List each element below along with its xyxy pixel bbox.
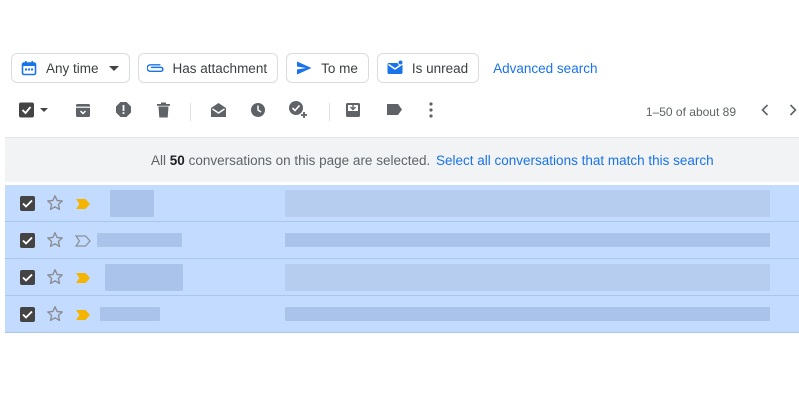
important-marker-icon[interactable] [75, 197, 91, 209]
label-icon [386, 103, 403, 121]
advanced-search-link[interactable]: Advanced search [493, 61, 597, 76]
redacted-sender [105, 264, 183, 291]
move-to-inbox-button[interactable] [343, 102, 363, 122]
label-button[interactable] [384, 102, 404, 122]
row-checkbox[interactable] [20, 233, 35, 248]
archive-icon [75, 102, 91, 123]
chevron-left-icon [761, 103, 769, 121]
any-time-label: Any time [46, 60, 99, 76]
star-outline-icon[interactable] [46, 231, 64, 249]
row-checkbox[interactable] [20, 270, 35, 285]
dropdown-caret-icon [108, 65, 119, 71]
toolbar-divider [329, 103, 330, 121]
send-icon [295, 59, 313, 77]
email-row[interactable] [5, 222, 799, 259]
star-outline-icon[interactable] [46, 268, 64, 286]
redacted-sender [110, 190, 154, 217]
row-checkbox[interactable] [20, 196, 35, 211]
important-marker-icon[interactable] [75, 308, 91, 320]
important-marker-icon[interactable] [75, 271, 91, 283]
report-spam-button[interactable] [113, 102, 133, 122]
older-page-button[interactable] [788, 102, 798, 122]
add-to-tasks-button[interactable] [288, 100, 308, 125]
mark-as-read-button[interactable] [208, 102, 228, 122]
mail-toolbar: 1–50 of about 89 [18, 100, 798, 124]
star-outline-icon[interactable] [46, 305, 64, 323]
delete-icon [156, 102, 171, 123]
more-vert-icon [429, 101, 433, 123]
more-options-button[interactable] [421, 101, 441, 123]
to-me-chip[interactable]: To me [286, 53, 369, 83]
star-outline-icon[interactable] [46, 194, 64, 212]
any-time-chip[interactable]: Any time [11, 53, 130, 83]
redacted-sender [97, 233, 182, 247]
redacted-subject [285, 233, 770, 247]
selection-banner: All 50 conversations on this page are se… [5, 137, 799, 182]
select-all-checkbox-icon [18, 101, 50, 124]
email-list [5, 185, 799, 333]
is-unread-label: Is unread [411, 60, 469, 76]
to-me-label: To me [321, 60, 358, 76]
has-attachment-chip[interactable]: Has attachment [137, 53, 279, 83]
search-filter-chips: Any time Has attachment To me Is unread … [11, 53, 597, 83]
email-row[interactable] [5, 296, 799, 333]
email-row[interactable] [5, 259, 799, 296]
has-attachment-label: Has attachment [172, 60, 268, 76]
snooze-icon [250, 102, 266, 123]
calendar-icon [20, 59, 38, 77]
select-all-conversations-link[interactable]: Select all conversations that match this… [436, 153, 714, 168]
redacted-sender [100, 307, 160, 321]
chevron-right-icon [789, 103, 797, 121]
unread-mail-icon [386, 59, 404, 77]
selection-suffix: conversations on this page are selected. [188, 152, 431, 168]
email-row[interactable] [5, 185, 799, 222]
redacted-subject [285, 190, 770, 217]
redacted-subject [285, 264, 770, 291]
newer-page-button[interactable] [755, 102, 775, 122]
add-to-tasks-icon [288, 100, 308, 125]
pagination-range: 1–50 of about 89 [645, 105, 736, 119]
report-spam-icon [115, 101, 132, 123]
paperclip-icon [146, 59, 165, 77]
not-important-marker-icon[interactable] [74, 234, 91, 247]
snooze-button[interactable] [248, 102, 268, 122]
is-unread-chip[interactable]: Is unread [376, 53, 480, 83]
selection-prefix: All [151, 152, 167, 168]
selection-status: All 50 conversations on this page are se… [151, 153, 430, 168]
row-checkbox[interactable] [20, 307, 35, 322]
select-all-checkbox[interactable] [18, 102, 52, 122]
delete-button[interactable] [153, 102, 173, 122]
gmail-search-results: Any time Has attachment To me Is unread … [0, 0, 799, 400]
toolbar-divider [190, 103, 191, 121]
move-to-inbox-icon [345, 102, 361, 123]
redacted-subject [285, 307, 770, 321]
mark-as-read-icon [210, 102, 227, 123]
selection-count: 50 [169, 152, 185, 168]
archive-button[interactable] [73, 102, 93, 122]
